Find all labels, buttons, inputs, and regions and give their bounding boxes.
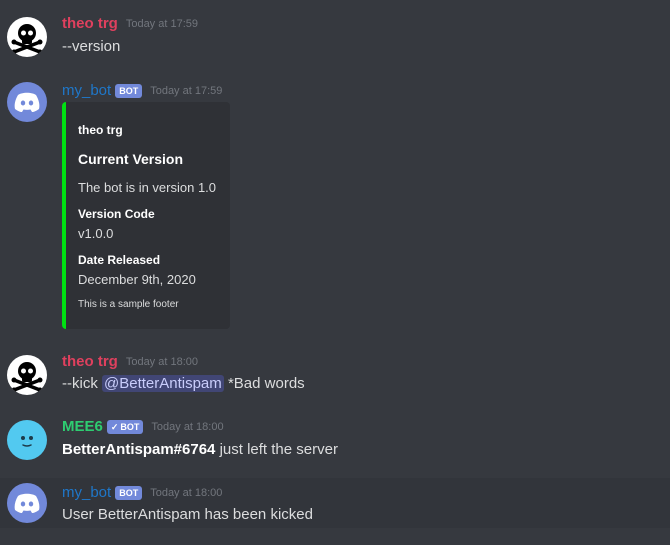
- user-tag: BetterAntispam#6764: [62, 441, 216, 458]
- embed-field-name: Date Released: [78, 253, 161, 267]
- timestamp: Today at 17:59: [150, 84, 223, 97]
- username[interactable]: theo trg: [62, 15, 118, 32]
- avatar[interactable]: [7, 355, 47, 395]
- left-text: just left the server: [219, 441, 338, 458]
- message-3: theo trg Today at 18:00 --kick @BetterAn…: [0, 348, 670, 398]
- message-4: MEE6 ✓ BOT Today at 18:00 BetterAntispam…: [0, 413, 670, 468]
- embed-description: The bot is in version 1.0: [78, 180, 217, 195]
- checkmark-icon: ✓: [110, 421, 119, 432]
- username[interactable]: my_bot: [62, 82, 111, 99]
- embed-field-value: v1.0.0: [78, 226, 114, 241]
- embed-title: Current Version: [78, 151, 184, 167]
- embed-field-value: December 9th, 2020: [78, 272, 196, 287]
- embed-field-name: Version Code: [78, 207, 155, 221]
- username[interactable]: theo trg: [62, 353, 118, 370]
- username[interactable]: my_bot: [62, 484, 111, 501]
- embed-footer: This is a sample footer: [78, 299, 179, 310]
- message-text: --version: [62, 38, 121, 55]
- timestamp: Today at 18:00: [125, 355, 198, 368]
- embed-author: theo trg: [78, 123, 123, 137]
- message-5: my_bot BOT Today at 18:00 User BetterAnt…: [0, 478, 670, 528]
- avatar[interactable]: [7, 82, 47, 122]
- command-text: --kick: [62, 375, 98, 392]
- message-text: User BetterAntispam has been kicked: [62, 506, 313, 523]
- message-1: theo trg Today at 17:59 --version: [0, 10, 670, 60]
- embed: theo trg Current Version The bot is in v…: [62, 102, 230, 329]
- timestamp: Today at 18:00: [151, 420, 224, 433]
- avatar[interactable]: [7, 483, 47, 523]
- bot-badge: BOT: [115, 83, 143, 98]
- message-text: --kick @BetterAntispam *Bad words: [62, 375, 305, 392]
- skull-crossbones-icon: [11, 362, 43, 393]
- discord-logo-icon: [14, 92, 40, 112]
- verified-bot-badge: ✓ BOT: [106, 419, 144, 434]
- avatar[interactable]: [7, 420, 47, 460]
- user-mention[interactable]: @BetterAntispam: [102, 375, 224, 392]
- skull-crossbones-icon: [11, 24, 43, 55]
- bot-badge: BOT: [115, 485, 143, 500]
- discord-logo-icon: [14, 493, 40, 513]
- avatar[interactable]: [7, 17, 47, 57]
- username[interactable]: MEE6: [62, 418, 103, 435]
- message-text: BetterAntispam#6764 just left the server: [62, 441, 338, 458]
- bot-badge-label: BOT: [120, 421, 140, 432]
- mee6-face-icon: [21, 436, 33, 447]
- timestamp: Today at 18:00: [150, 486, 223, 499]
- timestamp: Today at 17:59: [125, 17, 198, 30]
- reason-text: *Bad words: [227, 375, 305, 392]
